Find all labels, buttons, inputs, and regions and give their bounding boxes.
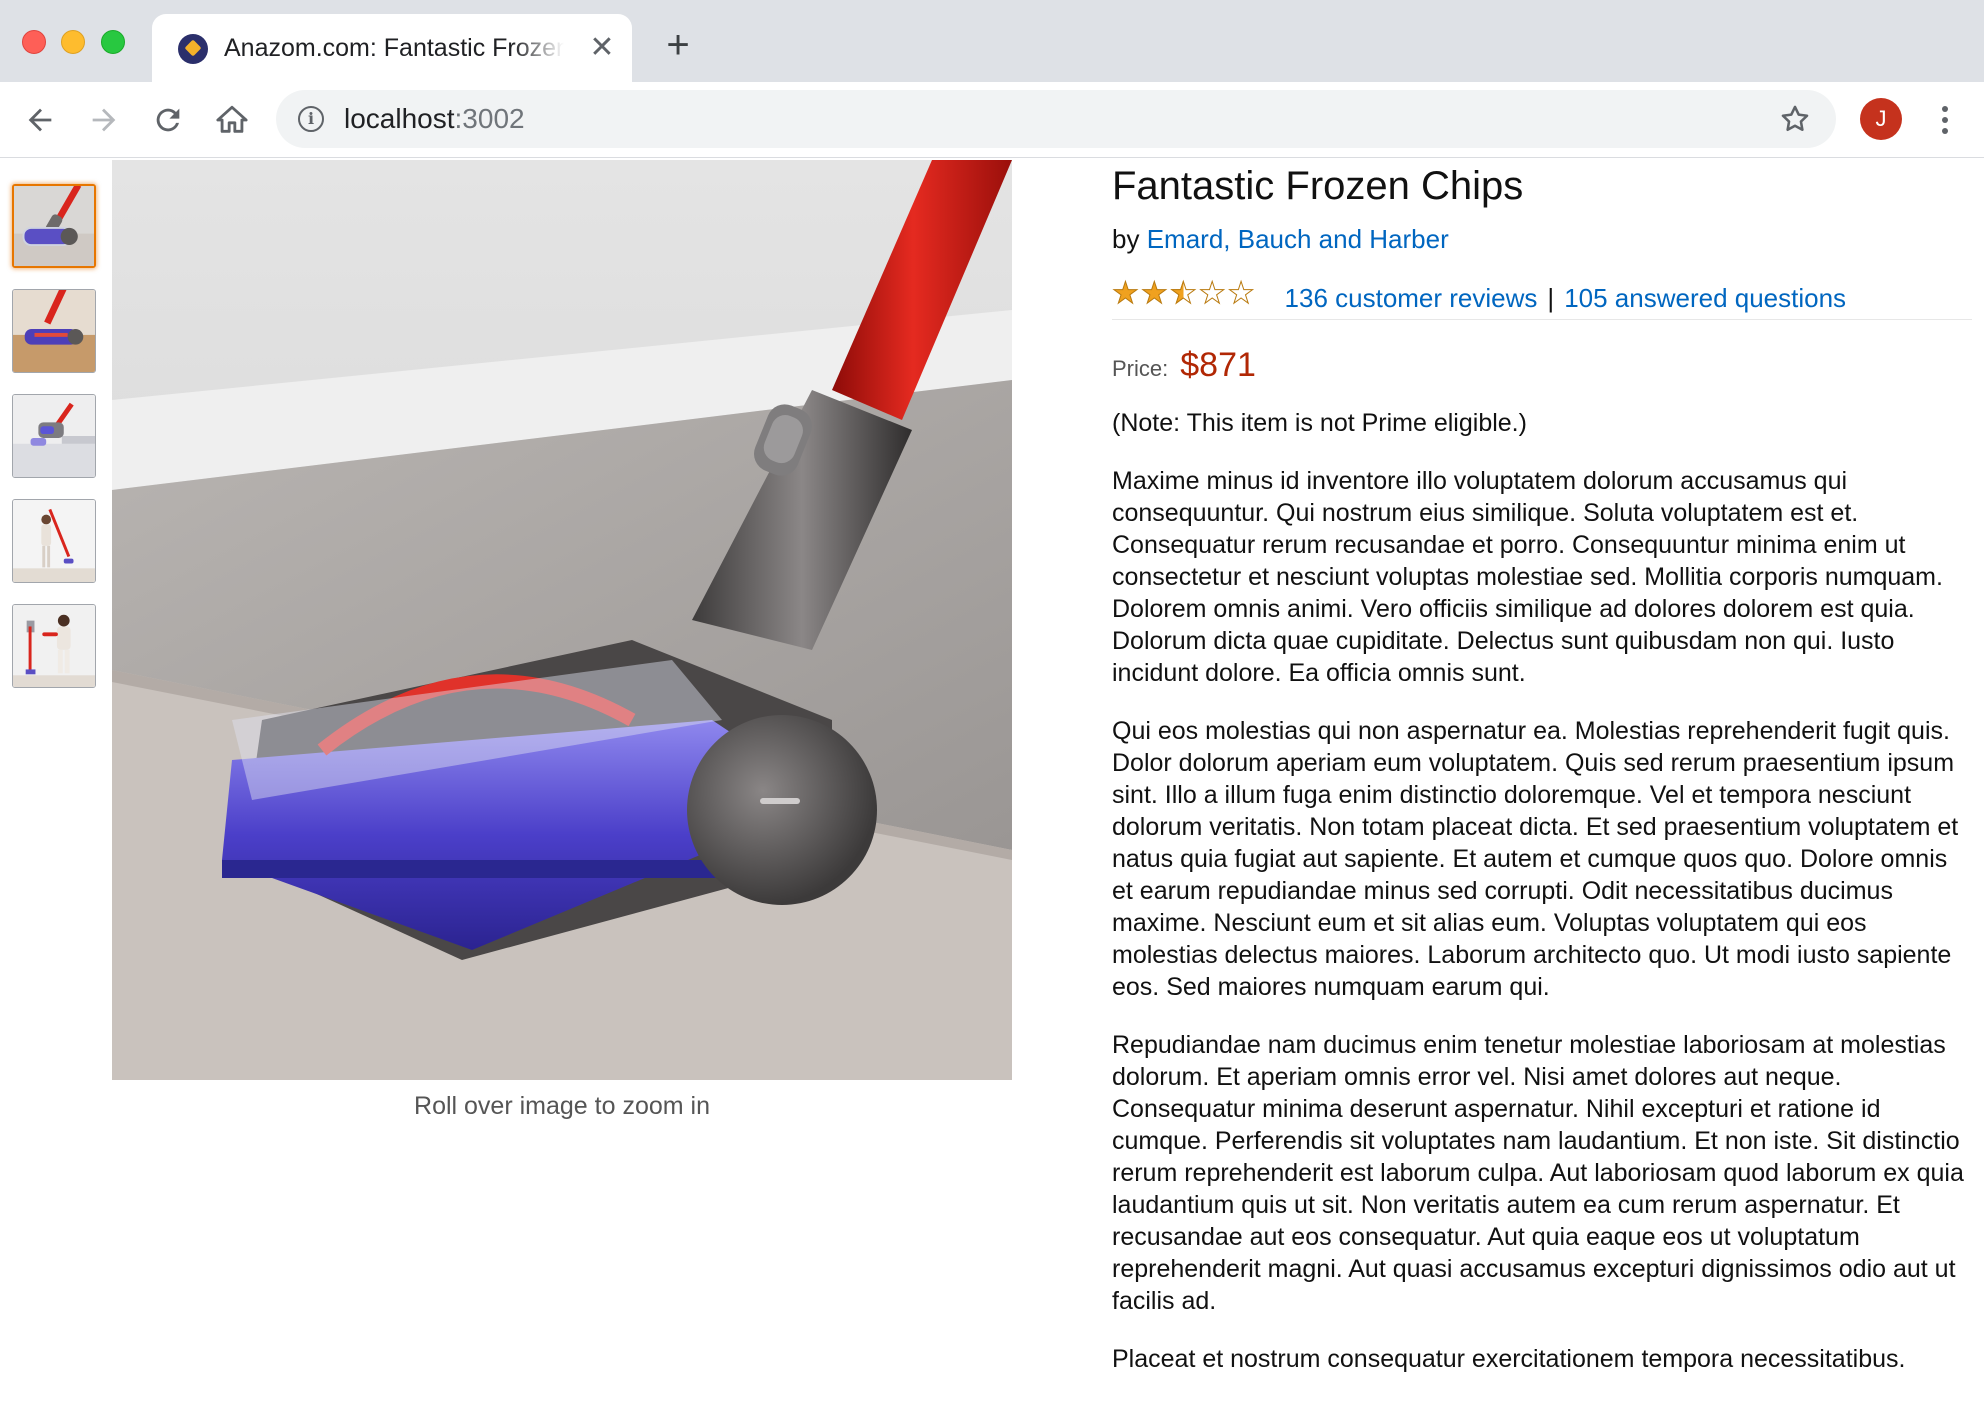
description-paragraph: Maxime minus id inventore illo voluptate…	[1112, 467, 1943, 687]
thumbnail-woman-with-wall-dock[interactable]	[12, 604, 96, 688]
byline-prefix: by	[1112, 224, 1140, 254]
bookmark-star-icon[interactable]	[1778, 102, 1812, 136]
star-full-icon: ★	[1112, 276, 1140, 310]
forward-arrow-icon	[92, 108, 116, 132]
thumbnail-strip	[12, 184, 96, 709]
reload-icon	[156, 108, 180, 132]
minimize-window-button[interactable]	[61, 30, 85, 54]
description-paragraph: Repudiandae nam ducimus enim tenetur mol…	[1112, 1031, 1964, 1315]
thumbnail-vacuum-head-closeup[interactable]	[12, 184, 96, 268]
star-full-icon: ★	[1140, 276, 1168, 310]
prime-note: (Note: This item is not Prime eligible.)	[1112, 409, 1527, 437]
rating-separator: |	[1547, 283, 1555, 313]
zoom-hint-text: Roll over image to zoom in	[414, 1092, 710, 1120]
rating-row: ★ ★ ★ ★ ★ 136 customer reviews | 105 answere…	[1112, 278, 1972, 320]
product-title: Fantastic Frozen Chips	[1112, 164, 1524, 208]
star-empty-icon: ★	[1198, 276, 1226, 310]
main-product-image[interactable]	[112, 160, 1012, 1080]
customer-reviews-link[interactable]: 136 customer reviews	[1285, 283, 1538, 314]
url-text[interactable]: localhost:3002	[344, 103, 525, 135]
star-empty-icon: ★	[1227, 276, 1255, 310]
reload-button[interactable]	[148, 100, 188, 140]
home-icon	[216, 105, 248, 133]
thumbnail-vacuum-head-on-floor[interactable]	[12, 289, 96, 373]
star-half-icon: ★	[1169, 276, 1197, 310]
new-tab-button[interactable]: +	[660, 25, 696, 65]
byline: by Emard, Bauch and Harber	[1112, 222, 1972, 256]
price-label: Price:	[1112, 356, 1169, 381]
close-window-button[interactable]	[22, 30, 46, 54]
zoom-window-button[interactable]	[101, 30, 125, 54]
url-host: localhost	[344, 103, 455, 134]
home-button[interactable]	[212, 100, 252, 140]
info-icon[interactable]: i	[298, 106, 324, 132]
forward-button[interactable]	[84, 100, 124, 140]
brand-link[interactable]: Emard, Bauch and Harber	[1147, 224, 1449, 254]
browser-toolbar: i localhost:3002 J	[0, 82, 1984, 158]
back-button[interactable]	[20, 100, 60, 140]
thumbnail-woman-vacuuming-standing[interactable]	[12, 499, 96, 583]
thumbnail-vacuum-handheld-on-stairs[interactable]	[12, 394, 96, 478]
price-value: $871	[1180, 346, 1256, 384]
address-bar[interactable]: i localhost:3002	[276, 90, 1836, 148]
answered-questions-link[interactable]: 105 answered questions	[1564, 283, 1846, 314]
browser-tab-bar: Anazom.com: Fantastic Frozen Chips ✕ +	[0, 0, 1984, 82]
site-favicon-icon	[178, 34, 208, 64]
url-port: :3002	[454, 103, 525, 134]
back-arrow-icon	[28, 108, 52, 132]
kebab-menu-icon[interactable]	[1930, 100, 1960, 140]
tab-close-icon[interactable]: ✕	[586, 32, 618, 64]
description-paragraph: Qui eos molestias qui non aspernatur ea.…	[1112, 717, 1959, 1001]
description-paragraph: Placeat et nostrum consequatur exercitat…	[1112, 1345, 1906, 1373]
price-row: Price: $871	[1112, 346, 1972, 385]
active-tab[interactable]: Anazom.com: Fantastic Frozen Chips ✕	[152, 14, 632, 82]
tab-title: Anazom.com: Fantastic Frozen Chips	[224, 34, 564, 62]
star-rating[interactable]: ★ ★ ★ ★ ★	[1112, 276, 1256, 310]
profile-avatar[interactable]: J	[1860, 98, 1902, 140]
product-details: Fantastic Frozen Chips by Emard, Bauch a…	[1112, 160, 1972, 1375]
